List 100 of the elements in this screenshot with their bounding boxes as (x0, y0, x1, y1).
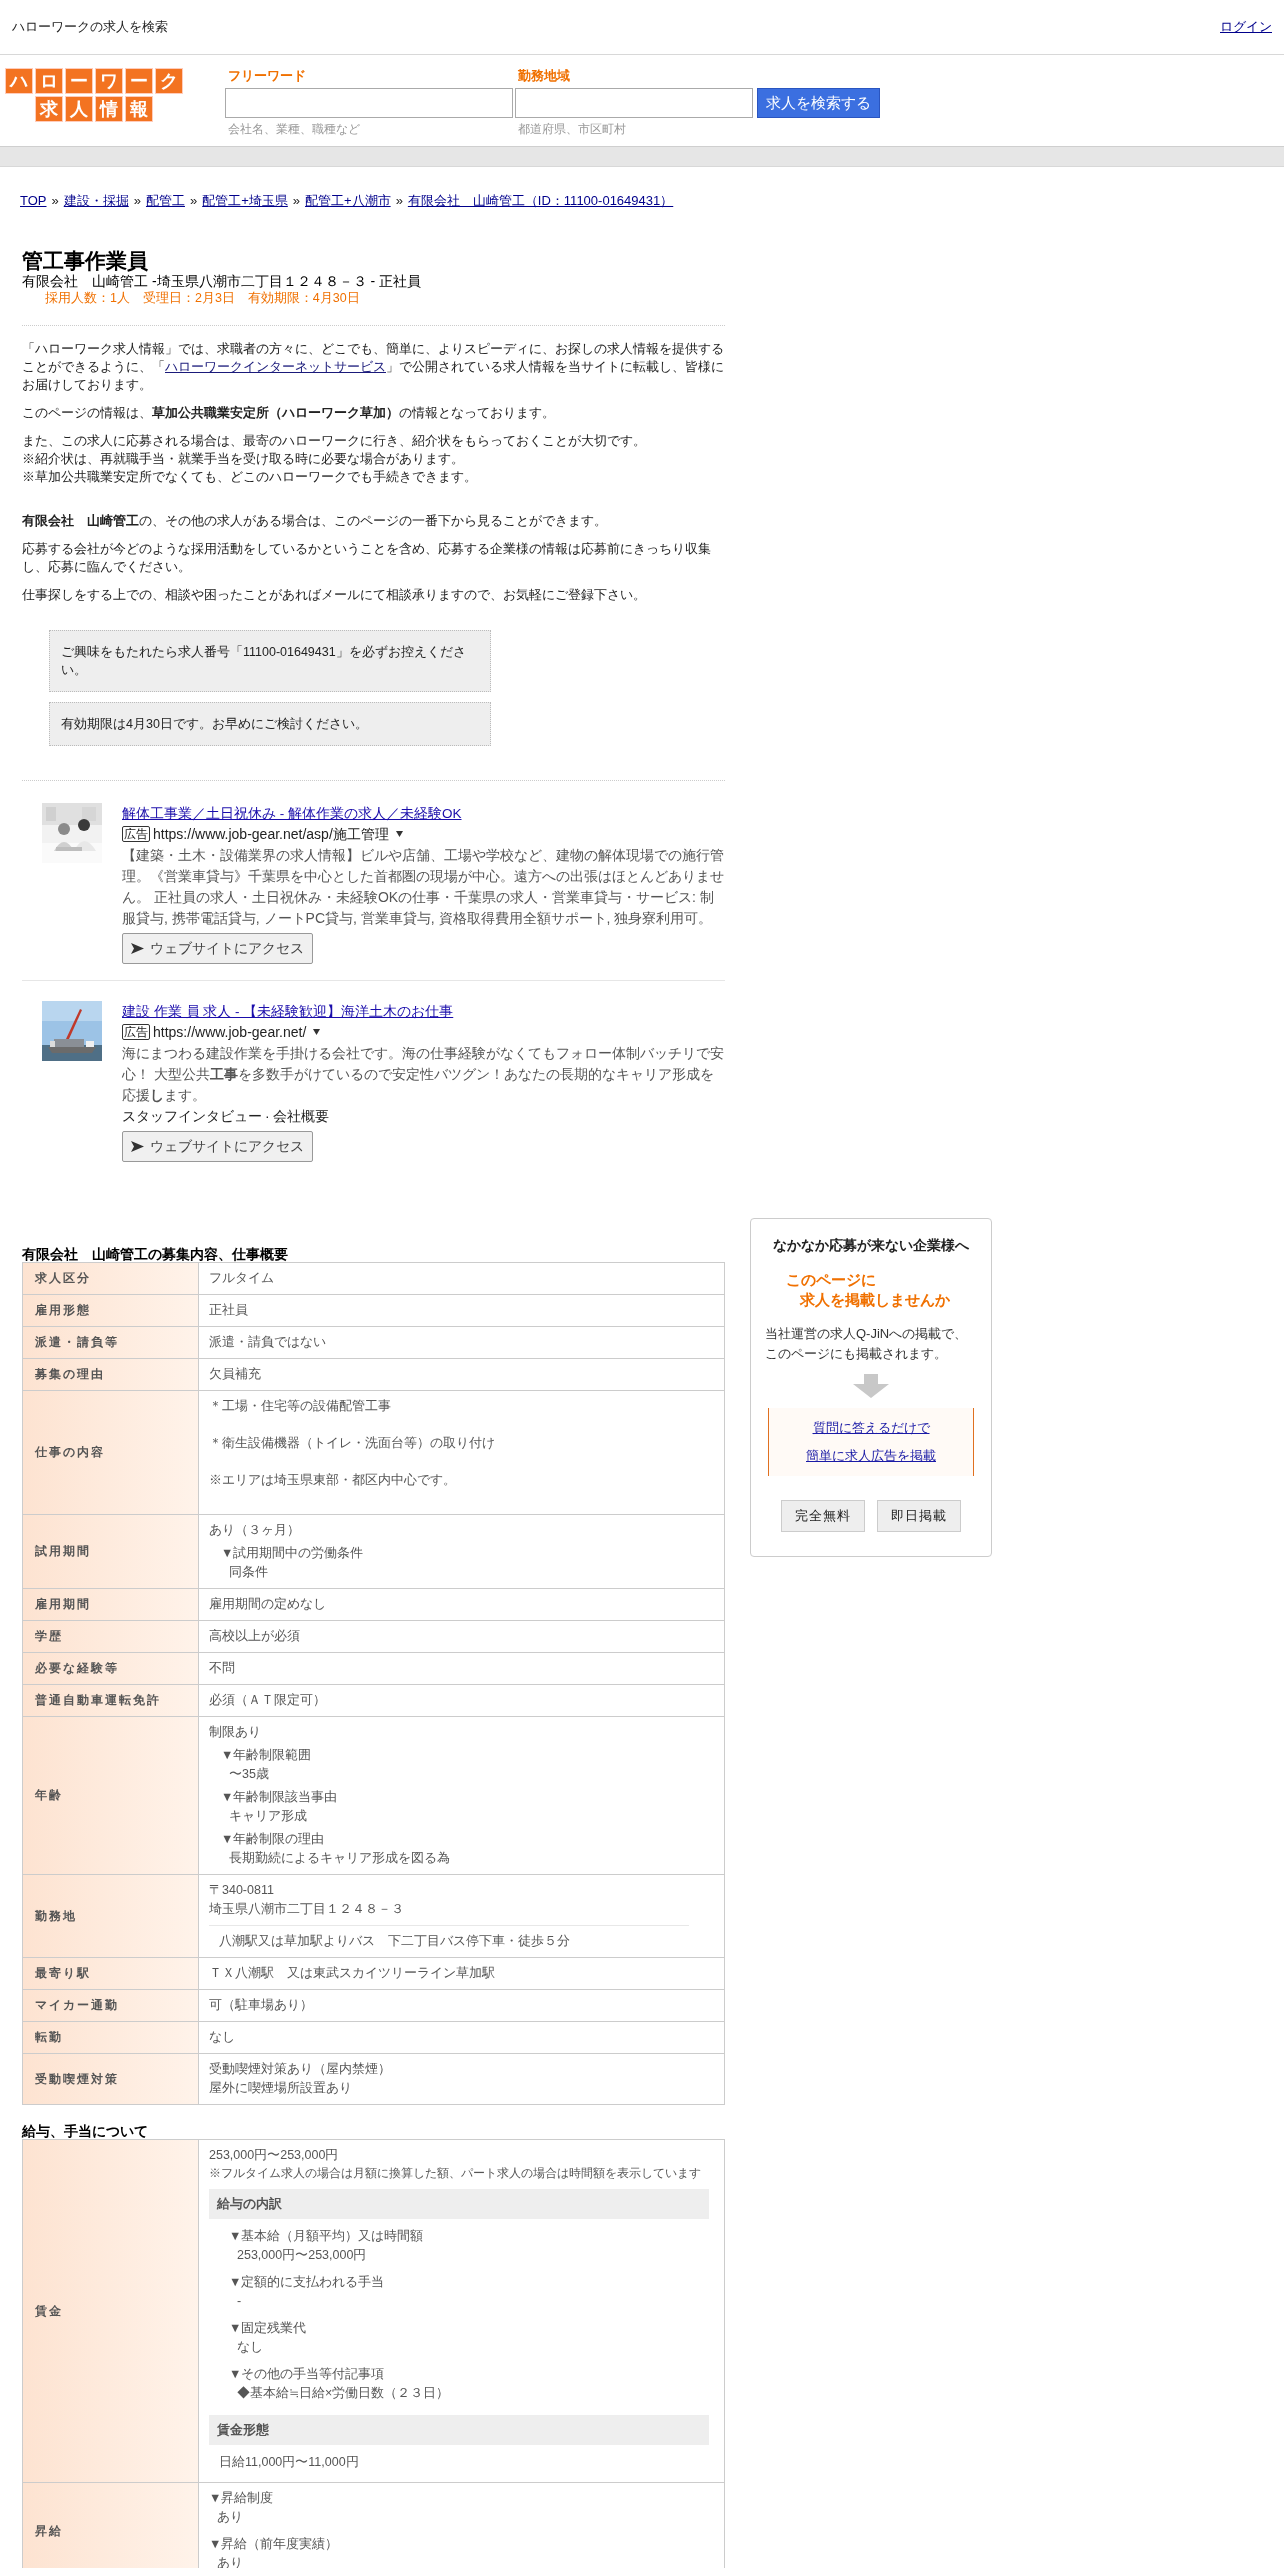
ad-title-link[interactable]: 解体工事業／土日祝休み - 解体作業の求人／未経験OK (122, 802, 462, 824)
breadcrumb-link[interactable]: TOP (20, 191, 47, 211)
cell-text: 必須（ＡＴ限定可） (209, 1691, 327, 1709)
subheading-bar: 給与の内訳 (209, 2188, 709, 2219)
row-label: 必要な経験等 (23, 1652, 199, 1684)
cell-text: 可（駐車場あり） (209, 1996, 314, 2014)
intro-paragraph: また、この求人に応募される場合は、最寄のハローワークに行き、紹介状をもらっておくことが大切です。 ※紹介状は、再就職手当・就業手当を受け取る時に必要な場合があります。 ※草加公共職業安定所でなくても、どこのハローワークでも手続きできます。 (22, 432, 647, 486)
item-value: あり (216, 2508, 244, 2526)
row-label: 学歴 (23, 1620, 199, 1652)
job-meta: 採用人数：1人 受理日：2月3日 有効期限：4月30日 (44, 289, 361, 307)
item-title: ▼昇給制度 (209, 2489, 275, 2507)
login-link[interactable]: ログイン (1220, 17, 1272, 37)
panel-text: 当社運営の求人Q-JiNへの掲載で、 (765, 1325, 968, 1343)
item-title: ▼年齢制限範囲 (221, 1746, 313, 1764)
item-value: あり (216, 2554, 244, 2568)
row-label: マイカー通勤 (23, 1989, 199, 2021)
job-subtitle: 有限会社 山崎管工 -埼玉県八潮市二丁目１２４８－３ - 正社員 (22, 272, 422, 290)
visit-website-button[interactable]: ウェブサイトにアクセス (122, 1130, 313, 1162)
cell-text: 派遣・請負ではない (209, 1333, 327, 1351)
search-field[interactable] (225, 88, 513, 118)
feature-badge: 即日掲載 (877, 1500, 961, 1532)
row-label: 普通自動車運転免許 (23, 1684, 199, 1716)
section-title: 給与、手当について (22, 2122, 149, 2139)
intro-paragraph: 「ハローワーク求人情報」では、求職者の方々に、どこでも、簡単に、よりスピーディに、お探しの求人情報を提供することができるように、「ハローワークインターネットサービス」で公開されている求人情報を当サイトに転載し、皆様にお届けしております。 (22, 340, 725, 394)
row-label: 試用期間 (23, 1514, 199, 1588)
row-label: 昇給 (23, 2482, 199, 2568)
row-label: 仕事の内容 (23, 1390, 199, 1514)
arrow-icon (131, 1140, 144, 1152)
row-label: 雇用期間 (23, 1588, 199, 1620)
ad-url: https://www.job-gear.net/asp/施工管理 (153, 824, 389, 844)
item-value: 長期勤続によるキャリア形成を図る為 (228, 1849, 451, 1867)
panel-link[interactable]: 簡単に求人広告を掲載 (806, 1446, 936, 1466)
breadcrumb-separator: » (132, 192, 142, 210)
catch-text: 求人を掲載しませんか (798, 1290, 950, 1310)
breadcrumb-link[interactable]: 配管工+埼玉県 (202, 191, 288, 211)
visit-website-button[interactable]: ウェブサイトにアクセス (122, 932, 313, 964)
cell-text: あり（３ヶ月） (209, 1521, 301, 1539)
cell-text: ＊衛生設備機器（トイレ・洗面台等）の取り付け (209, 1434, 496, 1452)
ad-description: 【建築・土木・設備業界の求人情報】ビルや店舗、工場や学校など、建物の解体現場での施行管理。《営業車貸与》千葉県を中心とした首都圏の現場が中心。遠方への出張はほとんどありません。 正社員の求人・土日祝休み・未経験OKの仕事・千葉県の求人・営業車貸与・サービス: 制服貸与, 携帯電話貸与, ノートPC貸与, 営業車貸与, 資格取得費用全額サポート, 独身寮利用可。 (122, 845, 725, 928)
row-label: 受動喫煙対策 (23, 2053, 199, 2104)
caret-icon[interactable] (313, 1029, 321, 1035)
field-hint: 会社名、業種、職種など (227, 121, 361, 137)
cell-text: 屋外に喫煙場所設置あり (209, 2079, 353, 2097)
intro-paragraph: 有限会社 山崎管工の、その他の求人がある場合は、このページの一番下から見ることができます。 (22, 512, 608, 530)
row-label: 賃金 (23, 2139, 199, 2482)
breadcrumb-separator: » (394, 192, 404, 210)
cell-text: 〒340-0811 (209, 1881, 275, 1899)
item-title: ▼基本給（月額平均）又は時間額 (229, 2227, 425, 2245)
row-label: 転勤 (23, 2021, 199, 2053)
ad-sitelink[interactable]: 会社概要 (272, 1105, 329, 1127)
breadcrumb-separator: » (188, 192, 199, 210)
row-label: 求人区分 (23, 1262, 199, 1294)
caret-icon[interactable] (395, 831, 403, 837)
section-title: 有限会社 山崎管工の募集内容、仕事概要 (22, 1245, 289, 1262)
item-value: キャリア形成 (228, 1807, 308, 1825)
field-label: フリーワード (227, 68, 307, 84)
cell-text: ＊工場・住宅等の設備配管工事 (209, 1397, 392, 1415)
cell-text: ※エリアは埼玉県東部・都区内中心です。 (209, 1471, 457, 1489)
panel-link[interactable]: 質問に答えるだけで (812, 1418, 930, 1438)
ad-sitelink[interactable]: スタッフインタビュー (122, 1105, 262, 1127)
item-value: 〜35歳 (228, 1765, 270, 1783)
item-title: ▼その他の手当等付記事項 (229, 2365, 386, 2383)
item-value: なし (236, 2338, 264, 2356)
subheading-bar: 賃金形態 (209, 2414, 709, 2445)
item-title: ▼年齢制限の理由 (221, 1830, 326, 1848)
row-label: 最寄り駅 (23, 1957, 199, 1989)
row-label: 募集の理由 (23, 1358, 199, 1390)
field-hint: 都道府県、市区町村 (517, 121, 627, 137)
cell-text: ＴＸ八潮駅 又は東武スカイツリーライン草加駅 (209, 1964, 496, 1982)
intro-paragraph: 仕事探しをする上での、相談や困ったことがあればメールにて相談承りますので、お気軽にご登録下さい。 (22, 586, 647, 604)
cell-text: 欠員補充 (209, 1365, 262, 1383)
cell-text: 八潮駅又は草加駅よりバス 下二丁目バス停下車・徒歩５分 (209, 1924, 689, 1951)
row-label: 年齢 (23, 1716, 199, 1874)
breadcrumb-link[interactable]: 配管工 (145, 191, 185, 211)
ad-url: https://www.job-gear.net/ (153, 1022, 307, 1042)
cell-text: 埼玉県八潮市二丁目１２４８－３ (209, 1900, 405, 1918)
cell-text: 253,000円〜253,000円 (209, 2146, 340, 2164)
cell-text: 日給11,000円〜11,000円 (218, 2453, 360, 2471)
job-title: 管工事作業員 (22, 248, 149, 273)
ad-badge: 広告 (122, 826, 150, 842)
cell-text: 雇用期間の定めなし (209, 1595, 327, 1613)
ad-badge: 広告 (122, 1024, 150, 1040)
note-text: ※フルタイム求人の場合は月額に換算した額、パート求人の場合は時間額を表示しています (209, 2164, 702, 2181)
catch-text: このページに (786, 1270, 877, 1290)
item-value: 同条件 (228, 1563, 269, 1581)
search-field[interactable] (515, 88, 753, 118)
ad-title-link[interactable]: 建設 作業 員 求人 - 【未経験歓迎】海洋土木のお仕事 (122, 1000, 454, 1022)
cell-text: 不問 (209, 1659, 236, 1677)
service-link[interactable]: ハローワークインターネットサービス (165, 359, 386, 374)
intro-paragraph: 応募する会社が今どのような採用活動をしているかということを含め、応募する企業様の情報は応募前にきっちり収集し、応募に臨んでください。 (22, 540, 712, 576)
breadcrumb-link[interactable]: 有限会社 山崎管工（ID：11100-01649431） (407, 191, 674, 211)
item-title: ▼年齢制限該当事由 (221, 1788, 339, 1806)
search-button[interactable]: 求人を検索する (757, 88, 880, 118)
site-tagline: ハローワークの求人を検索 (12, 18, 168, 37)
row-label: 雇用形態 (23, 1294, 199, 1326)
breadcrumb-link[interactable]: 配管工+八潮市 (305, 191, 391, 211)
breadcrumb-link[interactable]: 建設・採掘 (63, 191, 129, 211)
cell-text: なし (209, 2028, 236, 2046)
sitelink-separator: · (264, 1106, 271, 1126)
notice-box: 有効期限は4月30日です。お早めにご検討ください。 (49, 701, 491, 746)
